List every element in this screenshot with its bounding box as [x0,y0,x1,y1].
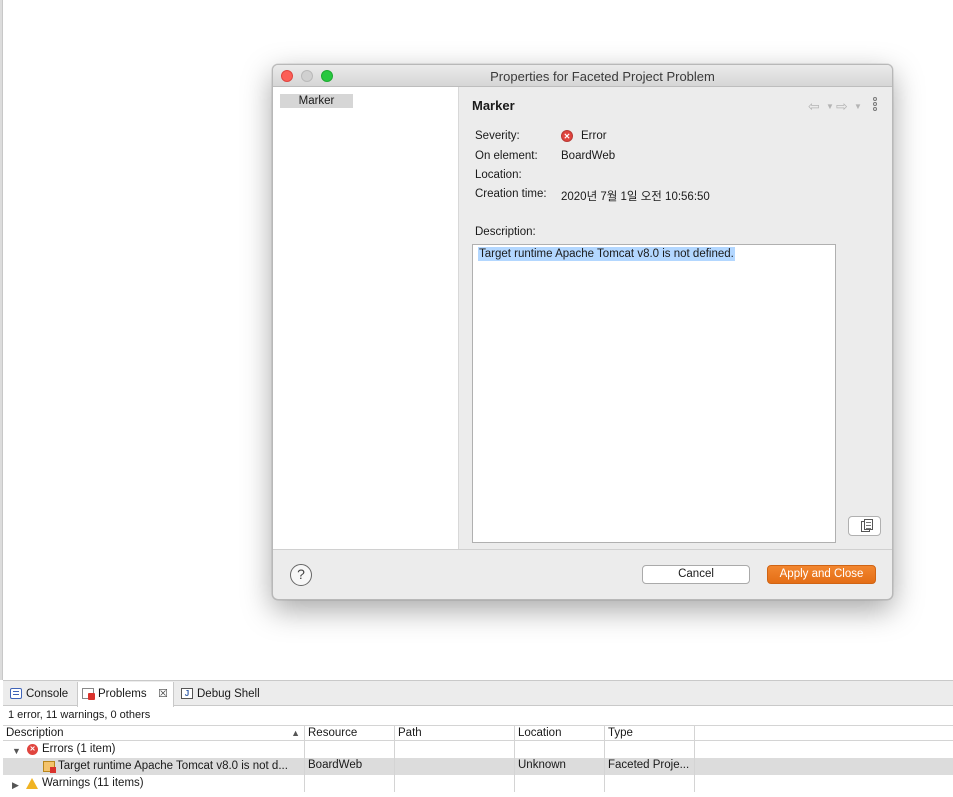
problems-icon [82,688,95,700]
problems-table: Description ▲ Resource Path Location Type… [3,725,953,792]
tab-debug-shell-label: Debug Shell [197,688,260,700]
error-icon: ✕ [27,744,38,755]
problems-summary: 1 error, 11 warnings, 0 others [8,709,151,721]
console-icon [10,688,22,699]
group-label: Errors (1 item) [42,743,116,755]
chevron-down-icon[interactable]: ▼ [826,102,834,111]
editor-edge [0,0,3,680]
dialog-footer: ? Cancel Apply and Close [273,549,892,599]
table-row[interactable]: Target runtime Apache Tomcat v8.0 is not… [3,758,953,775]
description-textarea[interactable]: Target runtime Apache Tomcat v8.0 is not… [472,244,836,543]
column-header-resource[interactable]: Resource [305,726,395,740]
arrow-right-icon[interactable]: ⇨ [836,98,848,115]
problem-description: Target runtime Apache Tomcat v8.0 is not… [58,760,288,772]
tab-problems-label: Problems [98,688,147,700]
debug-shell-icon: J [181,688,193,699]
help-button[interactable]: ? [290,564,312,586]
creation-time-label: Creation time: [475,188,547,200]
problem-resource: BoardWeb [305,758,395,775]
table-row[interactable]: ▼ ✕ Errors (1 item) [3,741,953,758]
chevron-down-icon[interactable]: ▼ [12,744,21,758]
column-header-description[interactable]: Description ▲ [3,726,305,740]
description-label: Description: [475,226,536,238]
view-tabbar: Console Problems ☒ J Debug Shell [3,680,953,707]
page-title: Marker [472,98,515,113]
column-header-type[interactable]: Type [605,726,695,740]
severity-value: Error [581,130,607,142]
tab-debug-shell[interactable]: J Debug Shell [177,682,267,706]
creation-time-value: 2020년 7월 1일 오전 10:56:50 [561,191,710,203]
description-text[interactable]: Target runtime Apache Tomcat v8.0 is not… [478,247,735,261]
chevron-down-icon[interactable]: ▼ [854,102,862,111]
group-label: Warnings (11 items) [42,777,144,789]
dialog-title: Properties for Faceted Project Problem [490,69,715,84]
location-label: Location: [475,169,522,181]
problem-type: Faceted Proje... [605,758,695,775]
table-header: Description ▲ Resource Path Location Type [3,725,953,741]
sort-ascending-icon: ▲ [291,728,300,738]
properties-dialog: Properties for Faceted Project Problem M… [272,64,893,600]
element-value: BoardWeb [561,150,616,162]
tab-problems[interactable]: Problems ☒ [77,682,174,707]
clipboard-icon [864,519,873,530]
problem-location: Unknown [515,758,605,775]
arrow-left-icon[interactable]: ⇦ [808,98,820,115]
copy-button[interactable] [848,516,881,536]
cancel-button[interactable]: Cancel [642,565,750,584]
nav-item-marker[interactable]: Marker [280,94,353,108]
property-pages-list: Marker [273,87,459,549]
column-header-location[interactable]: Location [515,726,605,740]
apply-and-close-button[interactable]: Apply and Close [767,565,876,584]
tab-console[interactable]: Console [6,682,76,706]
table-row[interactable]: ▶ Warnings (11 items) [3,775,953,792]
chevron-right-icon[interactable]: ▶ [12,778,19,792]
tab-console-label: Console [26,688,69,700]
element-label: On element: [475,150,538,162]
marker-page: Marker ⇦ ▼ ⇨ ▼ Severity: ✕ Error On elem… [460,87,892,549]
problem-marker-icon [43,761,56,773]
view-menu-icon[interactable] [871,97,879,113]
error-icon: ✕ [561,130,573,142]
problems-view: Console Problems ☒ J Debug Shell 1 error… [3,680,953,797]
warning-icon [26,778,38,789]
problem-path [395,758,515,775]
severity-label: Severity: [475,130,520,142]
close-tab-icon[interactable]: ☒ [158,682,168,706]
column-header-path[interactable]: Path [395,726,515,740]
dialog-titlebar[interactable]: Properties for Faceted Project Problem [273,65,892,87]
